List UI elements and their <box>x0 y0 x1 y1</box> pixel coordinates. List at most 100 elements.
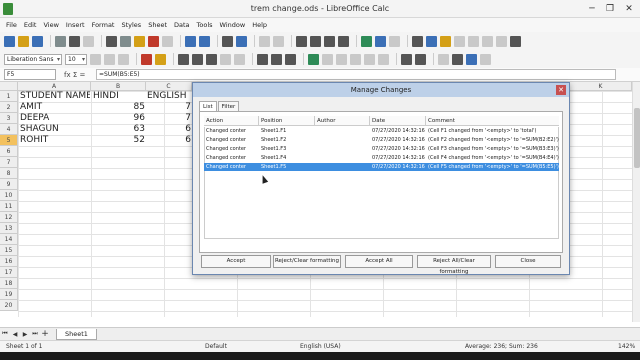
new-icon[interactable] <box>4 35 15 47</box>
save-icon[interactable] <box>32 35 43 47</box>
cell-c3[interactable]: 7 <box>147 113 191 124</box>
freeze-rows-icon[interactable] <box>482 35 493 47</box>
headers-footers-icon[interactable] <box>454 35 465 47</box>
percent-icon[interactable] <box>322 53 333 65</box>
change-row[interactable]: Changed conter Sheet1.F5 07/27/2020 14:32:… <box>204 163 559 171</box>
italic-icon[interactable] <box>104 53 115 65</box>
menu-format[interactable]: Format <box>92 21 115 29</box>
cell-b2[interactable]: 85 <box>93 102 145 113</box>
paste-icon[interactable] <box>134 35 145 47</box>
row-header-20[interactable]: 20 <box>0 300 18 311</box>
name-box[interactable]: F5 <box>4 69 56 80</box>
cell-b1[interactable]: HINDI <box>93 91 145 102</box>
background-color-icon[interactable] <box>155 53 166 65</box>
close-window-button[interactable]: ✕ <box>621 2 637 16</box>
previous-sheet-icon[interactable]: ◀ <box>10 331 20 338</box>
change-row[interactable]: Changed conter Sheet1.F3 07/27/2020 14:32:… <box>204 145 559 153</box>
comment-icon[interactable] <box>440 35 451 47</box>
menu-window[interactable]: Window <box>220 21 246 29</box>
reject-button[interactable]: Reject/Clear formatting <box>273 255 341 268</box>
date-format-icon[interactable] <box>350 53 361 65</box>
cell-a4[interactable]: SHAGUN <box>20 124 90 135</box>
cell-a5[interactable]: ROHIT <box>20 135 90 146</box>
row-header-14[interactable]: 14 <box>0 234 18 245</box>
define-print-area-icon[interactable] <box>468 35 479 47</box>
row-header-17[interactable]: 17 <box>0 267 18 278</box>
status-page-style[interactable]: Default <box>205 343 227 350</box>
menu-edit[interactable]: Edit <box>24 21 37 29</box>
border-style-icon[interactable] <box>452 53 463 65</box>
align-center-icon[interactable] <box>192 53 203 65</box>
row-header-16[interactable]: 16 <box>0 256 18 267</box>
sort-descending-icon[interactable] <box>324 35 335 47</box>
menu-help[interactable]: Help <box>252 21 267 29</box>
menu-data[interactable]: Data <box>174 21 190 29</box>
first-sheet-icon[interactable]: ⏮ <box>0 330 10 338</box>
column-icon[interactable] <box>273 35 284 47</box>
row-header-3[interactable]: 3 <box>0 113 18 124</box>
cell-a3[interactable]: DEEPA <box>20 113 90 124</box>
status-language[interactable]: English (USA) <box>300 343 341 350</box>
menu-styles[interactable]: Styles <box>121 21 141 29</box>
bold-icon[interactable] <box>90 53 101 65</box>
center-vertically-icon[interactable] <box>271 53 282 65</box>
sheet-tab[interactable]: Sheet1 <box>56 328 97 340</box>
autofilter-icon[interactable] <box>338 35 349 47</box>
align-top-icon[interactable] <box>257 53 268 65</box>
align-left-icon[interactable] <box>178 53 189 65</box>
redo-icon[interactable] <box>199 35 210 47</box>
row-icon[interactable] <box>259 35 270 47</box>
font-size-box[interactable]: 10 <box>65 53 87 65</box>
insert-image-icon[interactable] <box>361 35 372 47</box>
show-draw-functions-icon[interactable] <box>510 35 521 47</box>
accept-button[interactable]: Accept <box>201 255 271 268</box>
delete-decimal-icon[interactable] <box>378 53 389 65</box>
undo-icon[interactable] <box>185 35 196 47</box>
clone-formatting-icon[interactable] <box>148 35 159 47</box>
formula-input[interactable]: =SUM(B5:E5) <box>96 69 616 80</box>
select-all-corner[interactable] <box>0 82 18 91</box>
align-bottom-icon[interactable] <box>285 53 296 65</box>
menu-file[interactable]: File <box>6 21 17 29</box>
cell-b4[interactable]: 63 <box>93 124 145 135</box>
find-replace-icon[interactable] <box>222 35 233 47</box>
menu-tools[interactable]: Tools <box>197 21 213 29</box>
header-action[interactable]: Action <box>204 116 259 126</box>
tab-filter[interactable]: Filter <box>217 101 240 111</box>
dialog-close-icon[interactable]: ✕ <box>556 85 566 95</box>
change-row[interactable]: Changed conter Sheet1.F1 07/27/2020 14:32:… <box>204 127 559 135</box>
underline-icon[interactable] <box>118 53 129 65</box>
change-row[interactable]: Changed conter Sheet1.F4 07/27/2020 14:32:… <box>204 154 559 162</box>
increase-indent-icon[interactable] <box>401 53 412 65</box>
header-comment[interactable]: Comment <box>426 116 559 126</box>
column-header-a[interactable]: A <box>18 82 91 91</box>
reject-all-button[interactable]: Reject All/Clear formatting <box>417 255 491 275</box>
last-sheet-icon[interactable]: ⏭ <box>30 330 40 338</box>
cell-b3[interactable]: 96 <box>93 113 145 124</box>
add-decimal-icon[interactable] <box>364 53 375 65</box>
decrease-indent-icon[interactable] <box>415 53 426 65</box>
add-sheet-icon[interactable]: + <box>40 329 50 339</box>
cell-c1[interactable]: ENGLISH <box>147 91 191 102</box>
accept-all-button[interactable]: Accept All <box>345 255 413 268</box>
print-icon[interactable] <box>69 35 80 47</box>
cell-b5[interactable]: 52 <box>93 135 145 146</box>
align-right-icon[interactable] <box>206 53 217 65</box>
cell-c2[interactable]: 7 <box>147 102 191 113</box>
row-header-11[interactable]: 11 <box>0 201 18 212</box>
tab-list[interactable]: List <box>199 101 217 111</box>
row-header-4[interactable]: 4 <box>0 124 18 135</box>
menu-view[interactable]: View <box>43 21 58 29</box>
border-color-icon[interactable] <box>466 53 477 65</box>
minimize-button[interactable]: ─ <box>584 2 600 16</box>
special-character-icon[interactable] <box>412 35 423 47</box>
sort-ascending-icon[interactable] <box>310 35 321 47</box>
font-name-box[interactable]: Liberation Sans <box>4 53 62 65</box>
change-row[interactable]: Changed conter Sheet1.F2 07/27/2020 14:32:… <box>204 136 559 144</box>
row-header-10[interactable]: 10 <box>0 190 18 201</box>
pivot-table-icon[interactable] <box>389 35 400 47</box>
column-header-b[interactable]: B <box>91 82 146 91</box>
hyperlink-icon[interactable] <box>426 35 437 47</box>
font-color-icon[interactable] <box>141 53 152 65</box>
row-header-13[interactable]: 13 <box>0 223 18 234</box>
